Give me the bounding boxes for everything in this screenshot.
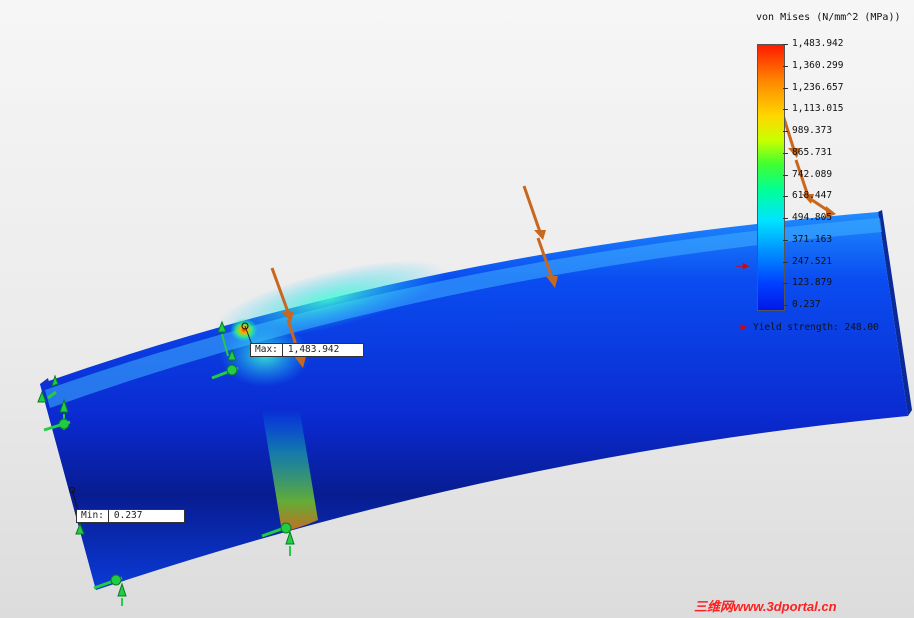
legend-tick-mark xyxy=(783,261,788,263)
legend-tick-label: 1,113.015 xyxy=(792,103,844,115)
legend-tick-label: 1,360.299 xyxy=(792,59,844,71)
legend-tick-mark xyxy=(783,283,788,285)
legend-tick-mark xyxy=(783,239,788,241)
max-stress-hotspot xyxy=(230,318,258,342)
legend-tick-mark xyxy=(783,131,788,132)
legend-tick-label: 989.373 xyxy=(792,125,833,136)
legend-tick-mark xyxy=(783,218,788,219)
yield-marker-on-bar: —▶ xyxy=(736,259,750,272)
min-probe-key: Min: xyxy=(77,510,109,522)
legend-tick-mark xyxy=(783,109,788,111)
yield-strength-label: Yield strength: 248.00 xyxy=(752,322,879,333)
legend-tick-label: 742.089 xyxy=(792,168,833,180)
load-arrow-icon xyxy=(522,185,546,240)
legend-tick-mark xyxy=(783,305,788,306)
legend-tick-label: 1,236.657 xyxy=(792,81,844,93)
legend-tick-label: 1,483.942 xyxy=(792,38,844,49)
legend-tick-label: 0.237 xyxy=(792,299,821,310)
watermark: 三维网www.3dportal.cn xyxy=(694,599,837,614)
legend-tick-mark xyxy=(783,87,788,89)
min-probe-label[interactable]: Min: 0.237 xyxy=(76,509,185,523)
max-probe-key: Max: xyxy=(251,344,283,356)
legend-tick-mark xyxy=(783,196,788,198)
legend-tick-label: 247.521 xyxy=(792,255,833,267)
max-probe-label[interactable]: Max: 1,483.942 xyxy=(250,343,364,357)
legend-tick-mark xyxy=(783,44,788,45)
min-probe-value: 0.237 xyxy=(113,510,143,521)
legend-tick-label: 123.879 xyxy=(792,277,833,289)
legend-title: von Mises (N/mm^2 (MPa)) xyxy=(756,12,901,23)
legend-tick-mark xyxy=(783,174,788,176)
legend-tick-label: 494.805 xyxy=(792,212,833,223)
legend-tick-mark xyxy=(783,152,788,154)
legend-tick-label: 371.163 xyxy=(792,233,833,245)
yield-arrow-icon: —▶ xyxy=(734,320,748,333)
max-probe-value: 1,483.942 xyxy=(287,344,340,355)
yield-strength-row: —▶ Yield strength: 248.00 xyxy=(734,320,879,333)
legend-tick-label: 865.731 xyxy=(792,146,833,158)
legend-tick-label: 618.447 xyxy=(792,190,833,202)
stress-colorbar xyxy=(757,44,785,311)
legend-tick-mark xyxy=(783,65,788,67)
